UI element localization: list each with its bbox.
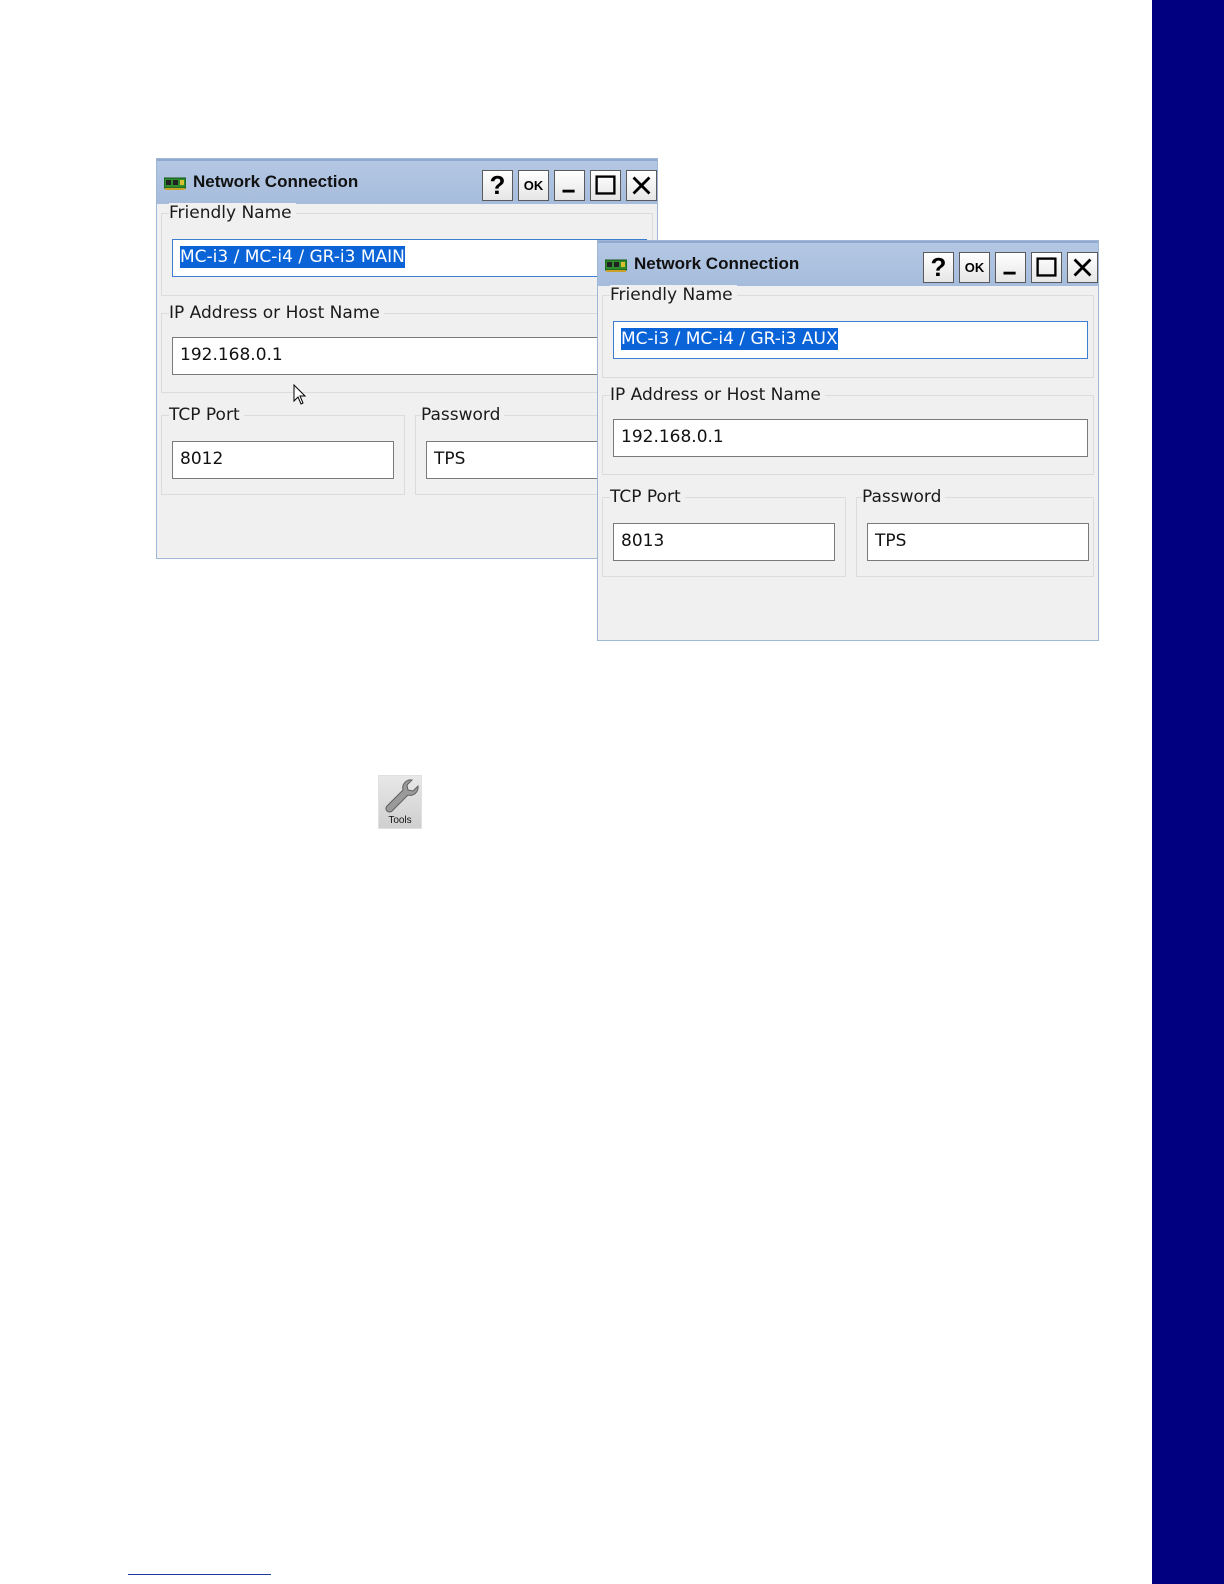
network-connection-dialog-aux: Network Connection ? OK Friendly Name MC… [597, 240, 1099, 641]
window-title: Network Connection [634, 254, 800, 273]
password-label: Password [862, 487, 946, 507]
title-bar[interactable]: Network Connection ? OK [157, 159, 657, 204]
help-button[interactable]: ? [923, 252, 954, 283]
ip-address-label: IP Address or Host Name [169, 303, 384, 323]
tcp-port-input[interactable]: 8013 [613, 523, 835, 561]
friendly-name-label: Friendly Name [610, 285, 737, 305]
tcp-port-label: TCP Port [169, 405, 244, 425]
maximize-icon [1036, 257, 1057, 277]
close-icon [632, 176, 651, 195]
close-button[interactable] [626, 170, 657, 201]
ok-button[interactable]: OK [518, 170, 549, 201]
close-icon [1073, 258, 1092, 277]
ok-button[interactable]: OK [959, 252, 990, 283]
password-input[interactable]: TPS [867, 523, 1089, 561]
ok-label: OK [964, 260, 985, 275]
ip-address-label: IP Address or Host Name [610, 385, 825, 405]
tools-button[interactable]: Tools [378, 775, 422, 829]
network-card-icon [164, 177, 186, 190]
friendly-name-value: MC-i3 / MC-i4 / GR-i3 AUX [621, 328, 838, 350]
mouse-pointer-icon [293, 384, 307, 405]
friendly-name-label: Friendly Name [169, 203, 296, 223]
ip-address-input[interactable]: 192.168.0.1 [613, 419, 1088, 457]
minimize-button[interactable] [554, 170, 585, 201]
tools-label: Tools [388, 815, 412, 826]
close-button[interactable] [1067, 252, 1098, 283]
password-label: Password [421, 405, 505, 425]
tcp-port-label: TCP Port [610, 487, 685, 507]
footnote-divider [128, 1574, 271, 1575]
tcp-port-input[interactable]: 8012 [172, 441, 394, 479]
window-title: Network Connection [193, 172, 359, 191]
title-bar[interactable]: Network Connection ? OK [598, 241, 1098, 286]
minimize-icon [562, 189, 575, 193]
friendly-name-input[interactable]: MC-i3 / MC-i4 / GR-i3 AUX [613, 321, 1088, 359]
maximize-icon [595, 175, 616, 195]
help-icon: ? [489, 170, 506, 200]
friendly-name-input[interactable]: MC-i3 / MC-i4 / GR-i3 MAIN [172, 239, 647, 277]
ok-label: OK [523, 178, 544, 193]
network-connection-dialog-main: Network Connection ? OK Friendly Name MC… [156, 158, 658, 559]
friendly-name-value: MC-i3 / MC-i4 / GR-i3 MAIN [180, 246, 405, 268]
page-side-band [1152, 0, 1224, 1584]
maximize-button[interactable] [590, 170, 621, 201]
wrench-icon [385, 779, 419, 813]
network-card-icon [605, 259, 627, 272]
minimize-icon [1003, 271, 1016, 275]
help-icon: ? [930, 252, 947, 282]
help-button[interactable]: ? [482, 170, 513, 201]
ip-address-input[interactable]: 192.168.0.1 [172, 337, 647, 375]
minimize-button[interactable] [995, 252, 1026, 283]
maximize-button[interactable] [1031, 252, 1062, 283]
